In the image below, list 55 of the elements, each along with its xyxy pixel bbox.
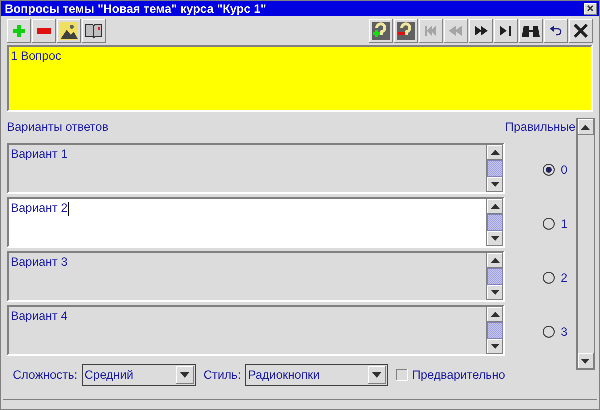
scroll-thumb[interactable] (487, 268, 504, 285)
toolbar-button[interactable] (469, 19, 493, 43)
difficulty-label: Сложность: (13, 367, 78, 384)
close-icon (574, 24, 588, 38)
toolbar-button[interactable] (57, 19, 81, 43)
toolbar-button[interactable] (544, 19, 568, 43)
dropdown[interactable]: Радиокнопки (245, 364, 388, 386)
minus-icon (37, 28, 51, 34)
radio-label: 0 (560, 162, 568, 179)
image-icon (60, 22, 78, 40)
answer-field[interactable]: Вариант 3 (7, 251, 506, 302)
radio-button[interactable] (542, 218, 555, 230)
scrollbar[interactable] (486, 307, 504, 354)
radio-button[interactable] (542, 326, 555, 338)
style-label: Стиль: (204, 367, 242, 384)
scroll-thumb[interactable] (487, 322, 504, 339)
rewind-icon (449, 26, 463, 36)
toolbar-button[interactable] (394, 19, 418, 43)
radio-label: 2 (560, 270, 568, 287)
close-button[interactable] (584, 2, 597, 14)
question-minus-icon (397, 22, 415, 40)
toolbar-button[interactable] (494, 19, 518, 43)
question-field[interactable]: 1 Вопрос (7, 45, 593, 112)
dropdown[interactable]: Средний (82, 364, 196, 386)
undo-icon (550, 26, 562, 36)
scroll-thumb[interactable] (487, 160, 504, 177)
answer-field[interactable]: Вариант 1 (7, 143, 506, 194)
answers-label: Варианты ответов (7, 119, 110, 136)
toolbar-button[interactable] (82, 19, 106, 43)
scrollbar[interactable] (486, 145, 504, 192)
radio-label: 1 (560, 216, 568, 233)
window-title: Вопросы темы "Новая тема" курса "Курс 1" (5, 2, 266, 14)
scrollbar[interactable] (576, 119, 594, 369)
skip-back-icon (425, 26, 437, 36)
question-plus-icon (372, 22, 390, 40)
radio-label: 3 (560, 324, 568, 341)
correct-label: Правильные (505, 119, 576, 136)
toolbar-button[interactable] (569, 19, 593, 43)
radio-button[interactable] (542, 272, 555, 284)
close-icon (587, 5, 594, 12)
book-icon (85, 23, 103, 39)
toolbar-button[interactable] (519, 19, 543, 43)
skip-forward-icon (500, 26, 512, 36)
fast-forward-icon (474, 26, 488, 36)
answer-field[interactable]: Вариант 2 (7, 197, 506, 248)
scroll-thumb[interactable] (487, 214, 504, 231)
radio-button[interactable] (542, 164, 555, 176)
scrollbar[interactable] (486, 199, 504, 246)
toolbar-button[interactable] (369, 19, 393, 43)
checkbox[interactable] (396, 369, 408, 381)
plus-icon (12, 24, 26, 38)
binoculars-icon (522, 24, 540, 38)
answer-field[interactable]: Вариант 4 (7, 305, 506, 356)
scrollbar[interactable] (486, 253, 504, 300)
checkbox-label: Предварительно (412, 367, 506, 384)
